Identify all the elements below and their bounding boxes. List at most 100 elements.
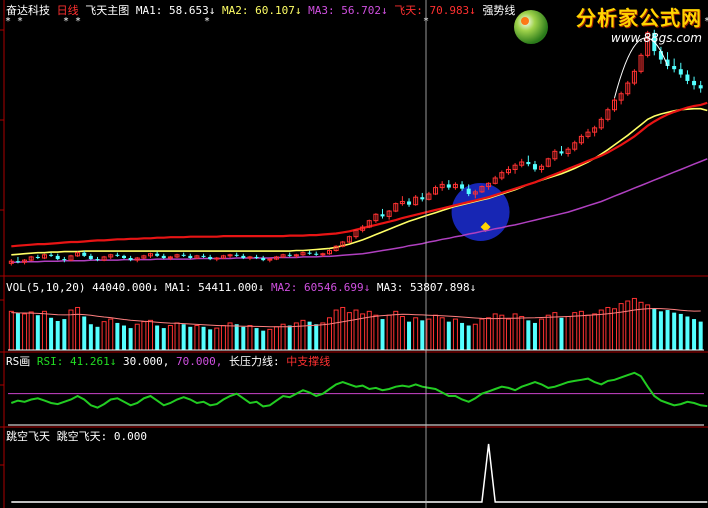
volume-bar — [95, 326, 100, 350]
volume-bar — [141, 321, 147, 351]
volume-bar — [479, 318, 485, 351]
candle-body — [122, 255, 126, 258]
jump-readout: 跳空飞天: 0.000 — [56, 430, 147, 443]
candle-body — [201, 255, 206, 257]
candle — [101, 255, 107, 262]
candle — [333, 245, 339, 252]
candle — [545, 157, 551, 168]
candle-body — [307, 252, 312, 254]
volume-bar — [353, 309, 359, 351]
candle-body — [460, 184, 465, 189]
volume-bar — [592, 313, 598, 351]
candle — [585, 128, 591, 139]
volume-bar — [618, 303, 624, 351]
candle — [326, 249, 332, 255]
candle — [439, 181, 445, 191]
support-line-label: 中支撑线 — [286, 355, 331, 368]
volume-bar — [373, 314, 379, 351]
candle — [115, 252, 120, 257]
indicator-name[interactable]: 飞天主图 — [85, 4, 129, 17]
volume-bar — [155, 325, 160, 350]
volume-bar — [512, 313, 518, 351]
feitian-readout: 飞天: 70.983↓ — [394, 4, 476, 17]
candle — [539, 164, 545, 173]
volume-bar — [181, 324, 186, 350]
candle — [452, 182, 458, 190]
volume-bar — [227, 322, 233, 351]
rsi-panel — [8, 371, 708, 426]
candle-body — [672, 66, 677, 70]
volume-bar — [41, 310, 47, 351]
candle — [161, 253, 166, 260]
candle-body — [234, 254, 239, 256]
rsi-header: RS画 RSI: 41.261↓ 30.000, 70.000, 长压力线: 中… — [6, 355, 330, 369]
jump-header: 跳空飞天 跳空飞天: 0.000 — [6, 430, 147, 444]
volume-bar — [320, 322, 326, 351]
volume-bar — [658, 311, 663, 350]
volume-bar — [539, 318, 545, 351]
vol-value: 44040.000↓ — [92, 281, 159, 294]
candle-body — [287, 254, 292, 256]
candle — [598, 117, 604, 130]
vol-label[interactable]: VOL(5,10,20) — [6, 281, 85, 294]
volume-bar — [247, 325, 253, 351]
candle — [155, 251, 160, 257]
candle — [532, 160, 537, 172]
top-marker-glyph: * — [704, 16, 708, 27]
strong-line-label: 强势线 — [482, 4, 516, 17]
candle-body — [49, 254, 54, 256]
volume-bar — [598, 309, 604, 351]
rsi-panel-label[interactable]: RS画 — [6, 355, 30, 368]
candle — [433, 185, 439, 196]
vol-ma1: MA1: 54411.000↓ — [164, 281, 265, 294]
volume-bar — [167, 325, 173, 351]
volume-bar — [8, 310, 14, 351]
candle — [267, 258, 273, 263]
volume-bar — [645, 304, 651, 351]
candle-body — [446, 184, 451, 188]
candle-body — [526, 162, 531, 165]
candle — [519, 158, 525, 168]
ma-magenta-line — [11, 158, 708, 264]
ma-yellow-line — [11, 107, 708, 256]
rsi-readout: RSI: 41.261↓ — [36, 355, 117, 368]
volume-bar — [420, 320, 425, 350]
candle — [407, 198, 412, 207]
volume-bar — [625, 300, 631, 351]
volume-bar — [578, 310, 584, 351]
candle — [234, 252, 239, 257]
volume-bar — [108, 318, 114, 351]
candle-body — [466, 188, 471, 194]
candle-body — [95, 259, 100, 261]
candle — [122, 254, 126, 260]
candle — [399, 196, 405, 206]
candle — [625, 80, 631, 96]
volume-bar — [49, 317, 54, 350]
volume-bar — [300, 319, 306, 351]
volume-bar — [532, 322, 537, 350]
price-panel — [8, 29, 708, 266]
volume-bar — [128, 328, 133, 350]
volume-bar — [460, 322, 465, 350]
volume-bar — [201, 326, 206, 350]
volume-bar — [433, 314, 439, 351]
candle — [194, 254, 200, 260]
volume-bar — [565, 315, 571, 351]
candle — [314, 251, 319, 256]
volume-bar — [572, 312, 578, 351]
volume-bar — [194, 325, 200, 351]
candle — [692, 76, 697, 90]
period-label[interactable]: 日线 — [57, 4, 79, 17]
candle — [181, 252, 186, 257]
candle — [386, 210, 392, 220]
volume-bar — [267, 328, 273, 351]
volume-bar — [188, 326, 193, 350]
jump-panel-label[interactable]: 跳空飞天 — [6, 430, 50, 443]
pressure-line-label: 长压力线: — [228, 355, 280, 368]
volume-bar — [426, 318, 432, 351]
volume-bar — [314, 324, 319, 350]
candle-body — [241, 255, 246, 258]
candle — [605, 107, 611, 122]
volume-bar — [466, 325, 471, 350]
watermark-url: www.88gs.com — [610, 31, 702, 45]
